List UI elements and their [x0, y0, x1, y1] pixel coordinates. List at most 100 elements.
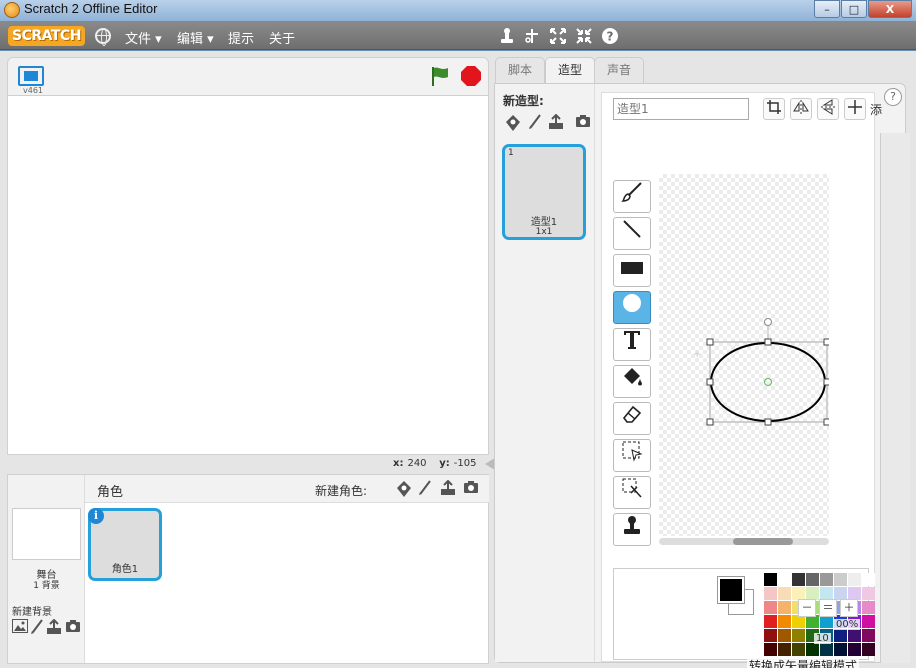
tab-costumes[interactable]: 造型	[545, 57, 596, 84]
costumes-panel: 新造型: 1 造型1 1x1 造型1 添 + － ＝ ＋ 00% 10 转换成矢…	[494, 83, 906, 668]
duplicate-stamp-icon[interactable]	[498, 27, 516, 45]
camera-sprite-icon[interactable]	[462, 480, 480, 498]
paint-new-sprite-icon[interactable]	[416, 480, 434, 498]
ellipse-shape	[710, 342, 826, 422]
upload-costume-icon[interactable]	[547, 113, 565, 132]
sprite-header: 角色 新建角色:	[85, 475, 489, 503]
menu-edit[interactable]: 编辑 ▾	[177, 28, 214, 47]
line-tool[interactable]	[613, 217, 651, 250]
window-title-bar: Scratch 2 Offline Editor – □ X	[0, 0, 916, 22]
set-costume-center-icon[interactable]	[844, 98, 866, 120]
sprite-name: 角色1	[111, 564, 139, 575]
sprites-title: 角色	[97, 485, 124, 500]
flip-horizontal-icon[interactable]	[790, 98, 812, 120]
mouse-coordinates: x: 240 y: -105	[393, 458, 477, 469]
camera-icon[interactable]	[64, 619, 82, 637]
upload-icon[interactable]	[45, 618, 63, 637]
tab-scripts[interactable]: 脚本	[495, 57, 546, 83]
costume-size: 1x1	[535, 227, 553, 237]
x-value: 240	[407, 458, 427, 469]
sprite-tile[interactable]: i 角色1	[88, 508, 162, 581]
canvas-horizontal-scrollbar[interactable]	[659, 538, 829, 545]
window-controls: – □ X	[813, 0, 912, 18]
costume-list: 新造型: 1 造型1 1x1	[495, 84, 595, 662]
stage-thumbnail[interactable]	[12, 508, 81, 560]
costume-tile[interactable]: 1 造型1 1x1	[502, 144, 586, 240]
close-button[interactable]: X	[868, 0, 912, 18]
upload-sprite-icon[interactable]	[439, 479, 457, 498]
ellipse-tool[interactable]	[613, 291, 651, 324]
crop-icon[interactable]	[763, 98, 785, 120]
cut-scissors-icon[interactable]	[523, 27, 541, 45]
new-sprite-label: 新建角色:	[315, 484, 368, 498]
shrink-icon[interactable]	[575, 27, 593, 45]
zoom-reset-icon[interactable]: ＝	[819, 599, 837, 617]
right-edge-strip	[880, 133, 910, 663]
y-value: -105	[453, 458, 477, 469]
menu-file[interactable]: 文件 ▾	[125, 28, 162, 47]
sprite-library-icon[interactable]	[395, 480, 413, 498]
menu-tips[interactable]: 提示	[228, 28, 254, 47]
scrollbar-thumb[interactable]	[733, 538, 793, 545]
minimize-button[interactable]: –	[814, 0, 840, 18]
tips-help-icon[interactable]: ?	[884, 88, 902, 106]
globe-language-icon[interactable]	[95, 28, 111, 46]
costume-name-input[interactable]	[613, 98, 749, 120]
flip-vertical-icon[interactable]	[817, 98, 839, 120]
tab-sounds[interactable]: 声音	[594, 57, 645, 83]
info-icon[interactable]: i	[88, 508, 104, 524]
green-flag-icon[interactable]	[429, 65, 451, 87]
fullscreen-icon[interactable]	[18, 66, 44, 86]
resize-handles	[706, 338, 829, 426]
eraser-tool[interactable]	[613, 402, 651, 435]
grow-icon[interactable]	[549, 27, 567, 45]
menu-about[interactable]: 关于	[269, 28, 295, 47]
costume-library-icon[interactable]	[504, 114, 522, 132]
new-costume-label: 新造型:	[503, 94, 544, 108]
canvas-center-marker: +	[693, 349, 701, 360]
stop-icon[interactable]	[461, 66, 481, 86]
center-point	[764, 378, 772, 386]
stamp-tool[interactable]	[613, 513, 651, 546]
costume-name: 造型1	[530, 217, 558, 228]
paint-brush-icon[interactable]	[28, 619, 46, 637]
camera-costume-icon[interactable]	[574, 114, 592, 132]
convert-to-vector-button[interactable]: 转换成矢量编辑模式	[747, 657, 860, 668]
stage-canvas[interactable]	[7, 95, 489, 455]
rectangle-tool[interactable]	[613, 254, 651, 287]
svg-text:?: ?	[607, 30, 614, 44]
zoom-out-icon[interactable]: －	[798, 599, 816, 617]
maximize-button[interactable]: □	[841, 0, 867, 18]
paint-new-costume-icon[interactable]	[526, 114, 544, 132]
x-label: x:	[393, 458, 404, 469]
select-tool[interactable]	[613, 439, 651, 472]
color-panel: － ＝ ＋ 00% 10 转换成矢量编辑模式	[613, 568, 875, 668]
sprite-panel: 舞台 1 背景 新建背景 角色 新建角色: i 角色1	[7, 474, 489, 664]
editor-main: v461 x: 240 y: -105 舞台 1 背景 新建背景 角色 新建角色…	[0, 51, 916, 668]
backdrop-count: 1 背景	[33, 581, 60, 591]
y-label: y:	[439, 458, 450, 469]
brush-tool[interactable]	[613, 180, 651, 213]
window-title: Scratch 2 Offline Editor	[24, 1, 158, 16]
paint-canvas[interactable]: +	[659, 174, 829, 536]
paint-image-icon[interactable]	[11, 619, 29, 637]
fill-tool[interactable]	[613, 365, 651, 398]
zoom-level: 00%	[834, 619, 861, 630]
new-backdrop-label: 新建背景	[12, 607, 52, 618]
add-label: 添	[870, 103, 883, 117]
version-label: v461	[23, 86, 44, 95]
zoom-controls: － ＝ ＋	[798, 599, 858, 617]
stage-column: 舞台 1 背景 新建背景	[8, 475, 85, 663]
menu-bar: SCRATCH 文件 ▾ 编辑 ▾ 提示 关于 ?	[0, 22, 916, 50]
scratch-logo[interactable]: SCRATCH	[8, 26, 85, 46]
rotate-handle	[764, 318, 772, 326]
zoom-in-icon[interactable]: ＋	[840, 599, 858, 617]
select-and-reshape-tool[interactable]	[613, 476, 651, 509]
help-icon[interactable]: ?	[601, 27, 619, 45]
scratch-cat-icon	[4, 2, 20, 18]
primary-color-swatch[interactable]	[718, 577, 744, 603]
stage-header: v461	[7, 57, 489, 95]
costume-number: 1	[508, 148, 514, 158]
zoom-level-partial: 10	[814, 633, 831, 644]
text-tool[interactable]	[613, 328, 651, 361]
